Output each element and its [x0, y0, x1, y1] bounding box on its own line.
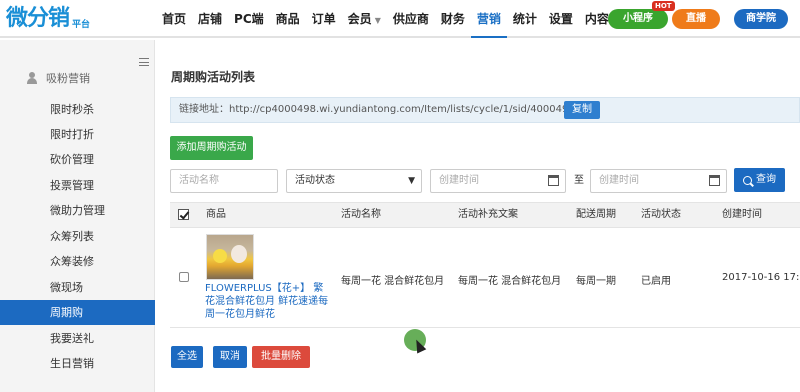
end-date-placeholder: 创建时间	[599, 175, 639, 186]
chevron-down-icon: ▼	[374, 16, 381, 25]
sidebar: 吸粉营销 限时秒杀 限时打折 砍价管理 投票管理 微助力管理 众筹列表 众筹装修…	[0, 40, 155, 392]
cell-created: 2017-10-16 17:16	[722, 272, 800, 283]
end-date-input[interactable]: 创建时间	[590, 169, 727, 193]
col-status: 活动状态	[641, 209, 681, 220]
nav-marketing[interactable]: 营销	[470, 0, 507, 38]
copy-button[interactable]: 复制	[564, 101, 600, 119]
sidebar-item-live-scene[interactable]: 微现场	[0, 275, 155, 300]
start-date-placeholder: 创建时间	[439, 175, 479, 186]
nav-members-label: 会员	[347, 12, 372, 26]
logo[interactable]: 微分销 平台	[6, 5, 90, 33]
logo-text: 微分销	[6, 6, 70, 31]
date-range-separator: 至	[574, 175, 584, 186]
nav-suppliers[interactable]: 供应商	[387, 0, 435, 38]
nav-stats[interactable]: 统计	[507, 0, 543, 38]
nav-home[interactable]: 首页	[156, 0, 192, 38]
sidebar-item-cycle-buy[interactable]: 周期购	[0, 300, 155, 325]
main-content: 周期购活动列表 链接地址：http://cp4000498.wi.yundian…	[156, 40, 800, 392]
hot-badge: HOT	[652, 1, 675, 11]
activity-status-select[interactable]: 活动状态 ▼	[286, 169, 422, 193]
main-nav: 首页 店铺 PC端 商品 订单 会员▼ 供应商 财务 营销 统计 设置 内容电商	[156, 0, 639, 38]
sidebar-item-flash-sale[interactable]: 限时秒杀	[0, 97, 155, 122]
sidebar-item-assist[interactable]: 微助力管理	[0, 198, 155, 223]
page-title: 周期购活动列表	[171, 70, 256, 84]
activity-name-input[interactable]: 活动名称	[170, 169, 278, 193]
sidebar-section[interactable]: 吸粉营销	[26, 68, 90, 88]
select-all-button[interactable]: 全选	[171, 346, 203, 368]
menu-collapse-icon[interactable]	[139, 58, 149, 66]
nav-settings[interactable]: 设置	[543, 0, 579, 38]
add-activity-button[interactable]: 添加周期购活动	[170, 136, 253, 160]
row-checkbox[interactable]	[179, 272, 189, 282]
sidebar-item-discount[interactable]: 限时打折	[0, 122, 155, 147]
cell-activity-name: 每周一花 混合鲜花包月	[341, 276, 445, 287]
nav-store[interactable]: 店铺	[192, 0, 228, 38]
query-button-label: 查询	[756, 174, 776, 185]
calendar-icon[interactable]	[548, 175, 559, 186]
chevron-down-icon: ▼	[408, 176, 415, 186]
table-row: FLOWERPLUS【花+】 繁花混合鲜花包月 鲜花速递每周一花包月鲜花 每周一…	[170, 228, 800, 328]
col-activity-copy: 活动补充文案	[458, 209, 518, 220]
col-created: 创建时间	[722, 209, 762, 220]
col-product: 商品	[206, 209, 226, 220]
col-activity-name: 活动名称	[341, 209, 381, 220]
nav-products[interactable]: 商品	[270, 0, 306, 38]
logo-sub: 平台	[72, 20, 91, 30]
cell-activity-copy: 每周一花 混合鲜花包月	[458, 276, 562, 287]
sidebar-item-vote[interactable]: 投票管理	[0, 173, 155, 198]
calendar-icon[interactable]	[709, 175, 720, 186]
query-button[interactable]: 查询	[734, 168, 785, 192]
nav-members[interactable]: 会员 ▼	[342, 0, 387, 38]
cancel-button[interactable]: 取消	[213, 346, 247, 368]
sidebar-item-gift[interactable]: 我要送礼	[0, 326, 155, 351]
nav-pc[interactable]: PC端	[228, 0, 270, 38]
top-navbar: 微分销 平台 首页 店铺 PC端 商品 订单 会员 ▼ 供应商 财务 营销 统计 …	[0, 0, 800, 38]
mini-program-button[interactable]: 小程序	[608, 9, 668, 29]
search-icon	[743, 175, 752, 185]
school-button[interactable]: 商学院	[734, 9, 788, 29]
sidebar-item-crowdfund-list[interactable]: 众筹列表	[0, 224, 155, 249]
cell-cycle: 每周一期	[576, 276, 616, 287]
batch-delete-button[interactable]: 批量删除	[252, 346, 310, 368]
product-image[interactable]	[206, 234, 254, 280]
sidebar-section-label: 吸粉营销	[46, 72, 90, 85]
cell-status: 已启用	[641, 276, 671, 287]
sidebar-item-bargain[interactable]: 砍价管理	[0, 147, 155, 172]
sidebar-item-crowdfund-decor[interactable]: 众筹装修	[0, 249, 155, 274]
activity-status-value: 活动状态	[295, 175, 335, 186]
live-button[interactable]: 直播	[672, 9, 720, 29]
table-header: 商品 活动名称 活动补充文案 配送周期 活动状态 创建时间	[170, 202, 800, 228]
col-cycle: 配送周期	[576, 209, 616, 220]
nav-orders[interactable]: 订单	[306, 0, 342, 38]
nav-finance[interactable]: 财务	[435, 0, 471, 38]
start-date-input[interactable]: 创建时间	[430, 169, 566, 193]
link-bar: 链接地址：http://cp4000498.wi.yundiantong.com…	[170, 97, 800, 123]
select-all-checkbox[interactable]	[178, 209, 189, 220]
sidebar-item-birthday[interactable]: 生日营销	[0, 351, 155, 376]
user-icon	[26, 72, 38, 84]
link-address: 链接地址：http://cp4000498.wi.yundiantong.com…	[179, 104, 601, 115]
product-name-link[interactable]: FLOWERPLUS【花+】 繁花混合鲜花包月 鲜花速递每周一花包月鲜花	[205, 282, 331, 321]
